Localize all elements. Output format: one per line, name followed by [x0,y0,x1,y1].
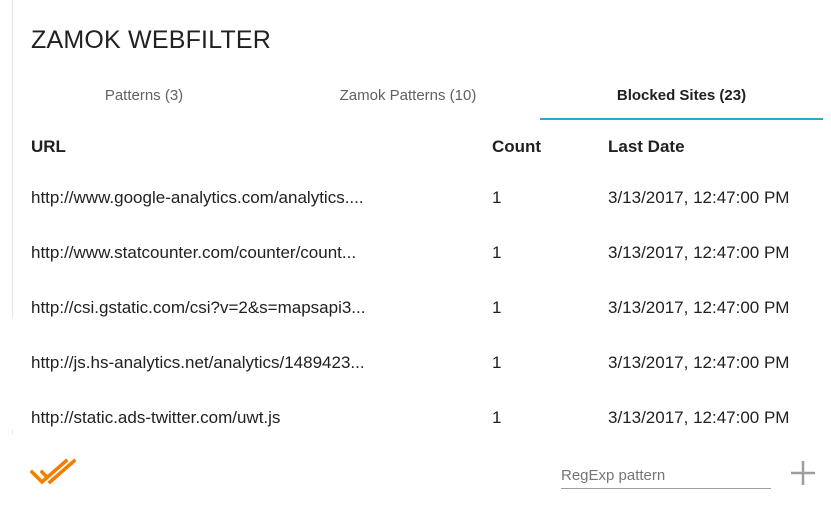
table-row[interactable]: http://www.statcounter.com/counter/count… [20,225,831,280]
column-header-count[interactable]: Count [492,124,602,170]
tab-patterns[interactable]: Patterns (3) [12,70,276,120]
row-last-date: 3/13/2017, 12:47:00 PM [608,407,790,427]
row-last-date: 3/13/2017, 12:47:00 PM [608,352,790,372]
table-row[interactable]: http://www.google-analytics.com/analytic… [20,170,831,225]
table-row[interactable]: http://js.hs-analytics.net/analytics/148… [20,335,831,390]
row-count: 1 [492,187,502,207]
tab-blocked-sites[interactable]: Blocked Sites (23) [540,70,823,120]
blocked-sites-table: URL Count Last Date http://www.google-an… [20,124,831,445]
row-url: http://js.hs-analytics.net/analytics/148… [31,352,365,372]
row-last-date: 3/13/2017, 12:47:00 PM [608,297,790,317]
row-last-date: 3/13/2017, 12:47:00 PM [608,242,790,262]
row-count: 1 [492,352,502,372]
tab-zamok-patterns[interactable]: Zamok Patterns (10) [276,70,540,120]
row-url: http://www.google-analytics.com/analytic… [31,187,364,207]
row-url: http://csi.gstatic.com/csi?v=2&s=mapsapi… [31,297,366,317]
table-row[interactable]: http://csi.gstatic.com/csi?v=2&s=mapsapi… [20,280,831,335]
column-header-url[interactable]: URL [20,124,492,170]
tab-bar: Patterns (3) Zamok Patterns (10) Blocked… [12,70,831,120]
column-header-last-date[interactable]: Last Date [602,124,831,170]
left-border [12,0,13,318]
app-title: ZAMOK WEBFILTER [31,26,272,54]
row-count: 1 [492,407,502,427]
left-border-tick [12,430,13,434]
double-check-icon[interactable] [29,458,77,486]
table-row[interactable]: http://static.ads-twitter.com/uwt.js 1 3… [20,390,831,445]
row-last-date: 3/13/2017, 12:47:00 PM [608,187,790,207]
row-url: http://www.statcounter.com/counter/count… [31,242,357,262]
row-count: 1 [492,242,502,262]
row-url: http://static.ads-twitter.com/uwt.js [31,407,281,427]
active-tab-indicator [540,118,823,120]
row-count: 1 [492,297,502,317]
regexp-pattern-input[interactable] [561,462,771,489]
table-header-row: URL Count Last Date [20,124,831,170]
plus-icon[interactable] [788,458,818,488]
